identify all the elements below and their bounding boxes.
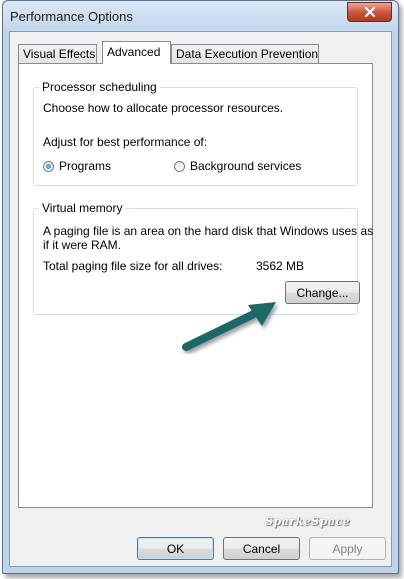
radio-selected-icon: [43, 160, 54, 172]
close-icon: [364, 7, 375, 17]
change-button[interactable]: Change...: [285, 281, 360, 304]
total-paging-file-value: 3562 MB: [256, 259, 305, 273]
watermark: SparkeSpace: [265, 515, 351, 528]
performance-options-window: Performance Options Visual Effects Advan…: [2, 0, 399, 574]
virtual-memory-legend: Virtual memory: [39, 201, 126, 215]
radio-unselected-icon: [174, 160, 185, 172]
total-paging-file-label: Total paging file size for all drives:: [43, 259, 223, 273]
close-button[interactable]: [347, 2, 392, 22]
tab-data-execution-prevention[interactable]: Data Execution Prevention: [171, 44, 319, 63]
tab-visual-effects[interactable]: Visual Effects: [18, 44, 97, 63]
virtual-memory-description-line1: A paging file is an area on the hard dis…: [43, 224, 374, 238]
adjust-performance-label: Adjust for best performance of:: [43, 135, 208, 149]
radio-background-services[interactable]: Background services: [174, 159, 301, 173]
cancel-button[interactable]: Cancel: [223, 537, 300, 560]
radio-background-services-label: Background services: [190, 159, 302, 173]
title-bar[interactable]: Performance Options: [3, 1, 398, 31]
processor-description: Choose how to allocate processor resourc…: [43, 101, 284, 115]
window-title: Performance Options: [10, 9, 133, 24]
tab-advanced[interactable]: Advanced: [102, 41, 171, 64]
processor-scheduling-legend: Processor scheduling: [39, 80, 160, 94]
ok-button[interactable]: OK: [137, 537, 214, 560]
radio-programs-label: Programs: [59, 159, 112, 173]
apply-button[interactable]: Apply: [309, 537, 386, 560]
virtual-memory-description-line2: if it were RAM.: [43, 238, 122, 252]
advanced-tab-panel: Processor scheduling Choose how to alloc…: [18, 63, 373, 508]
arrow-annotation-icon: [182, 302, 276, 351]
processor-scheduling-group: Processor scheduling Choose how to alloc…: [33, 80, 358, 186]
radio-programs[interactable]: Programs: [43, 159, 111, 173]
